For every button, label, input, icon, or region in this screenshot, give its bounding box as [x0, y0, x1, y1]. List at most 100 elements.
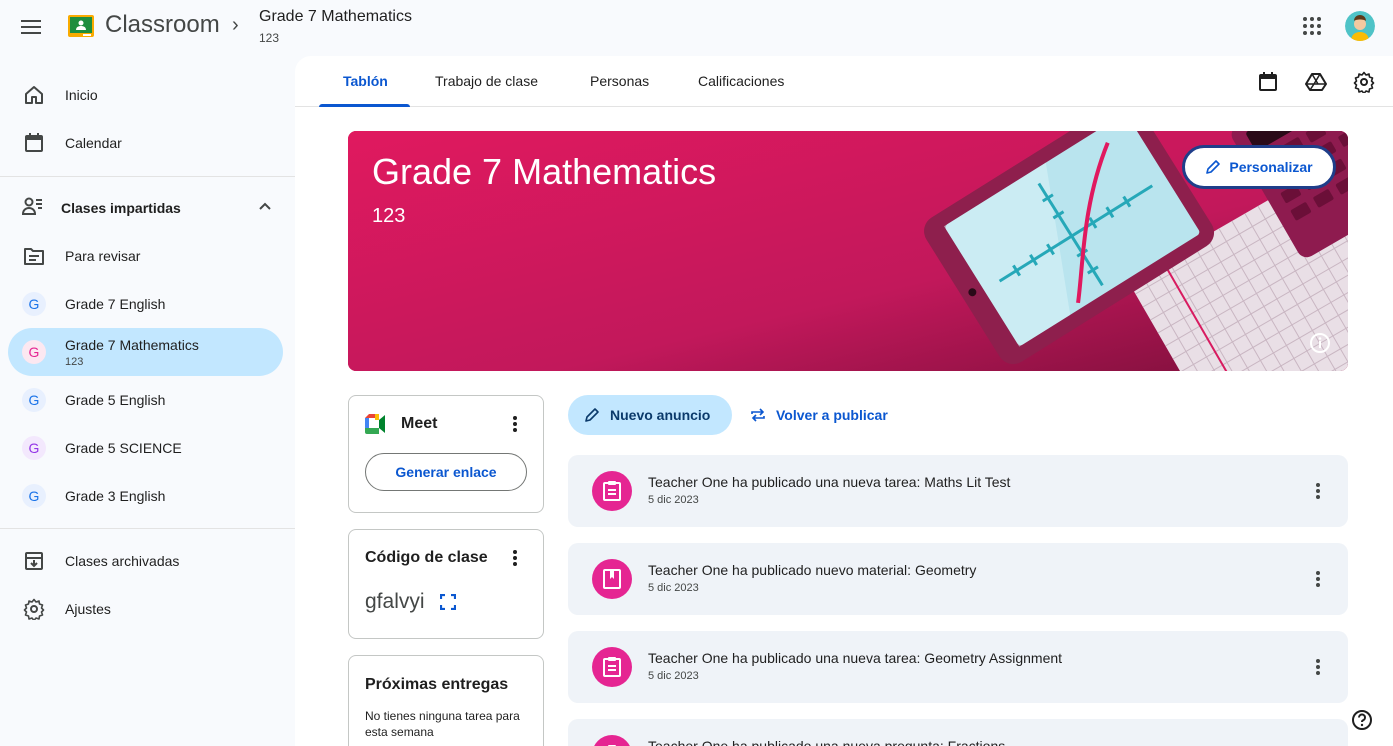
gear-icon[interactable]: [1352, 70, 1376, 94]
tab-people[interactable]: Personas: [566, 56, 673, 106]
upcoming-title: Próximas entregas: [365, 676, 509, 693]
customize-label: Personalizar: [1229, 159, 1313, 175]
classroom-logo-icon[interactable]: [68, 15, 94, 37]
banner-class-section: 123: [372, 205, 406, 227]
sidebar-item-to-review[interactable]: Para revisar: [8, 232, 283, 280]
tab-label: Tablón: [343, 73, 388, 89]
breadcrumb-class-section: 123: [259, 31, 280, 45]
sidebar-item-label: Grade 5 SCIENCE: [65, 440, 182, 456]
to-review-icon: [22, 244, 46, 268]
material-icon: [592, 559, 632, 599]
breadcrumb-class-title[interactable]: Grade 7 Mathematics: [259, 8, 412, 26]
calendar-icon[interactable]: [1256, 70, 1280, 94]
app-name[interactable]: Classroom: [105, 11, 220, 39]
sidebar-item-label: Grade 7 Mathematics: [65, 337, 199, 353]
sidebar: Inicio Calendar Clases impartidas Para r…: [0, 56, 295, 746]
sidebar-item-grade3-english[interactable]: G Grade 3 English: [8, 472, 283, 520]
post-title: Teacher One ha publicado una nueva pregu…: [648, 738, 1006, 746]
class-avatar-icon: G: [22, 388, 46, 412]
main-content: Tablón Trabajo de clase Personas Calific…: [295, 56, 1393, 746]
sidebar-item-settings[interactable]: Ajustes: [8, 585, 283, 633]
post-title: Teacher One ha publicado nuevo material:…: [648, 562, 977, 578]
customize-button[interactable]: Personalizar: [1182, 145, 1336, 189]
people-icon: [21, 196, 46, 220]
sidebar-divider: [0, 528, 295, 529]
sidebar-item-label: Ajustes: [65, 601, 111, 617]
meet-icon: [365, 414, 385, 434]
tab-active-indicator: [319, 104, 410, 107]
more-vert-icon[interactable]: [505, 414, 525, 434]
post-title: Teacher One ha publicado una nueva tarea…: [648, 650, 1063, 666]
class-code-card: Código de clase gfalvyi: [348, 529, 544, 639]
tab-grades[interactable]: Calificaciones: [674, 56, 808, 106]
upcoming-card: Próximas entregas No tienes ninguna tare…: [348, 655, 544, 746]
class-avatar-icon: G: [22, 340, 46, 364]
repost-label: Volver a publicar: [776, 407, 888, 423]
home-icon: [22, 83, 46, 107]
sidebar-item-grade5-english[interactable]: G Grade 5 English: [8, 376, 283, 424]
class-avatar-icon: G: [22, 292, 46, 316]
post-date: 5 dic 2023: [648, 582, 699, 594]
more-vert-icon[interactable]: [505, 548, 525, 568]
sidebar-item-home[interactable]: Inicio: [8, 71, 283, 119]
banner-class-title: Grade 7 Mathematics: [372, 151, 717, 192]
breadcrumb-separator: ›: [232, 14, 239, 36]
main-menu-icon[interactable]: [18, 14, 44, 40]
more-vert-icon[interactable]: [1308, 657, 1328, 677]
sidebar-item-archived[interactable]: Clases archivadas: [8, 537, 283, 585]
class-banner: Grade 7 Mathematics 123 Personalizar: [348, 131, 1348, 371]
sidebar-item-grade7-mathematics[interactable]: G Grade 7 Mathematics 123: [8, 328, 283, 376]
help-icon[interactable]: [1351, 709, 1373, 731]
meet-title: Meet: [401, 415, 438, 432]
repost-button[interactable]: Volver a publicar: [750, 395, 888, 435]
upcoming-empty-text: No tienes ninguna tarea para esta semana: [365, 709, 520, 739]
assignment-icon: [592, 471, 632, 511]
stream-post[interactable]: Teacher One ha publicado una nueva tarea…: [568, 455, 1348, 527]
sidebar-item-label: Grade 7 English: [65, 296, 166, 312]
class-avatar-icon: G: [22, 484, 46, 508]
class-code-title: Código de clase: [365, 549, 488, 566]
tab-classwork[interactable]: Trabajo de clase: [411, 56, 562, 106]
sidebar-section-teaching[interactable]: Clases impartidas: [8, 184, 283, 232]
sidebar-item-label: Clases archivadas: [65, 553, 180, 569]
info-icon[interactable]: [1308, 331, 1332, 355]
more-vert-icon[interactable]: [1308, 481, 1328, 501]
class-tabs: Tablón Trabajo de clase Personas Calific…: [295, 56, 1393, 107]
class-avatar-icon: G: [22, 436, 46, 460]
apps-grid-icon[interactable]: [1302, 16, 1322, 36]
sidebar-item-grade7-english[interactable]: G Grade 7 English: [8, 280, 283, 328]
generate-link-button[interactable]: Generar enlace: [365, 453, 527, 491]
calendar-icon: [22, 131, 46, 155]
stream-post[interactable]: Teacher One ha publicado nuevo material:…: [568, 543, 1348, 615]
sidebar-section-label: Clases impartidas: [61, 200, 181, 216]
stream-post[interactable]: Teacher One ha publicado una nueva pregu…: [568, 719, 1348, 746]
post-date: 5 dic 2023: [648, 670, 699, 682]
post-date: 5 dic 2023: [648, 494, 699, 506]
pencil-icon: [585, 408, 599, 422]
sidebar-item-label: Para revisar: [65, 248, 141, 264]
class-code-value: gfalvyi: [365, 590, 425, 613]
post-title: Teacher One ha publicado una nueva tarea…: [648, 474, 1011, 490]
archive-icon: [22, 549, 46, 573]
stream-post[interactable]: Teacher One ha publicado una nueva tarea…: [568, 631, 1348, 703]
user-avatar[interactable]: [1345, 11, 1375, 41]
new-announcement-label: Nuevo anuncio: [610, 407, 711, 423]
repeat-icon: [751, 408, 765, 422]
sidebar-divider: [0, 176, 295, 177]
chevron-up-icon[interactable]: [255, 196, 275, 216]
new-announcement-button[interactable]: Nuevo anuncio: [568, 395, 732, 435]
sidebar-item-grade5-science[interactable]: G Grade 5 SCIENCE: [8, 424, 283, 472]
sidebar-item-label: Inicio: [65, 87, 98, 103]
sidebar-item-calendar[interactable]: Calendar: [8, 119, 283, 167]
fullscreen-icon[interactable]: [439, 593, 458, 612]
drive-icon[interactable]: [1304, 70, 1328, 94]
sidebar-item-sublabel: 123: [65, 356, 84, 368]
tab-stream[interactable]: Tablón: [319, 56, 412, 107]
top-bar: Classroom › Grade 7 Mathematics 123: [0, 0, 1393, 56]
assignment-icon: [592, 647, 632, 687]
sidebar-item-label: Grade 3 English: [65, 488, 166, 504]
more-vert-icon[interactable]: [1308, 569, 1328, 589]
assignment-icon: [592, 735, 632, 746]
sidebar-item-label: Grade 5 English: [65, 392, 166, 408]
pencil-icon: [1206, 160, 1221, 174]
